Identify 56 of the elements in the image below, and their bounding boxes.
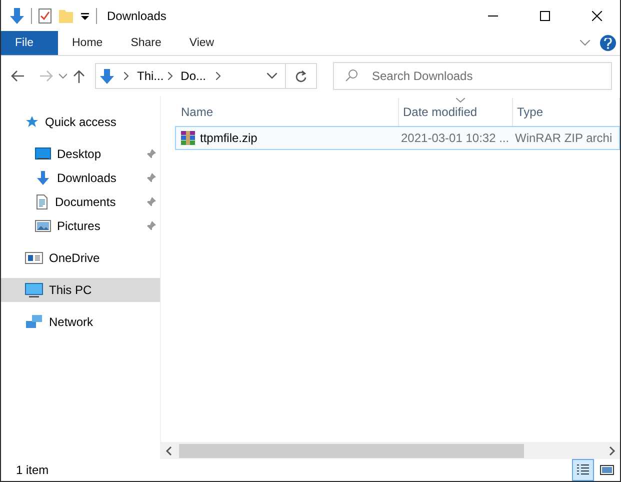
pin-icon[interactable] [146, 197, 156, 207]
window-title: Downloads [107, 8, 168, 22]
computer-icon [25, 282, 43, 298]
navigation-item[interactable]: This PC [1, 278, 160, 302]
dropdown-icon[interactable] [80, 10, 90, 20]
navigation-item[interactable]: Quick access [1, 110, 160, 134]
close-icon [592, 10, 602, 20]
breadcrumb[interactable]: Thi... [137, 69, 164, 83]
file-row[interactable]: ttpmfile.zip 2021-03-01 10:32 ... WinRAR ZIP archi [175, 126, 620, 150]
properties-icon[interactable] [38, 8, 52, 24]
chevron-right-icon[interactable] [168, 72, 173, 80]
ribbon-tab[interactable]: Share [116, 31, 176, 55]
download-arrow-icon[interactable] [9, 6, 25, 24]
chevron-right-icon[interactable] [216, 72, 222, 80]
navigation-item[interactable]: Desktop [1, 142, 160, 166]
horizontal-scrollbar[interactable] [161, 442, 620, 459]
navigation-item[interactable]: Downloads [1, 166, 160, 190]
maximize-icon [540, 10, 550, 20]
search-icon [345, 69, 358, 82]
file-name: ttpmfile.zip [200, 131, 258, 145]
status-text: 1 item [16, 463, 50, 477]
help-icon[interactable] [600, 35, 616, 51]
pin-icon[interactable] [146, 173, 156, 183]
refresh-icon [295, 70, 307, 82]
download-arrow-icon [100, 68, 114, 84]
archive-icon [180, 130, 196, 146]
pin-icon[interactable] [146, 221, 156, 231]
thumbnail-icon [600, 464, 614, 476]
network-icon [25, 314, 43, 330]
chevron-icon[interactable] [267, 73, 277, 79]
back-arrow-icon[interactable] [11, 70, 25, 82]
chevron-icon[interactable] [59, 73, 67, 79]
list-icon [576, 464, 590, 476]
navigation-item[interactable]: Documents [1, 190, 160, 214]
document-icon [35, 194, 49, 210]
search-field[interactable]: Search Downloads [333, 62, 612, 90]
expand-ribbon-icon[interactable] [580, 40, 590, 46]
ribbon-tab[interactable]: Home [58, 31, 117, 55]
details-view-button[interactable] [572, 459, 594, 481]
up-arrow-icon[interactable] [73, 69, 85, 83]
ribbon-tab[interactable]: View [175, 31, 228, 55]
breadcrumb[interactable]: Do... [180, 69, 206, 83]
pin-icon[interactable] [146, 149, 156, 159]
navigation-item[interactable]: Pictures [1, 214, 160, 238]
date-cell-text: 2021-03-01 10:32 ... [400, 131, 510, 145]
type-cell-text: WinRAR ZIP archi [514, 131, 614, 145]
ribbon-tab[interactable]: File [1, 31, 58, 55]
picture-icon [35, 219, 51, 233]
download-arrow-icon [35, 170, 51, 186]
navigation-item[interactable]: OneDrive [1, 246, 160, 270]
monitor-icon [35, 147, 51, 161]
navigation-item[interactable]: Network [1, 310, 160, 334]
drive-icon [25, 251, 43, 265]
address-bar[interactable]: Thi... Do... [95, 63, 317, 89]
star-icon [25, 115, 39, 129]
chevron-right-icon[interactable] [124, 72, 129, 80]
